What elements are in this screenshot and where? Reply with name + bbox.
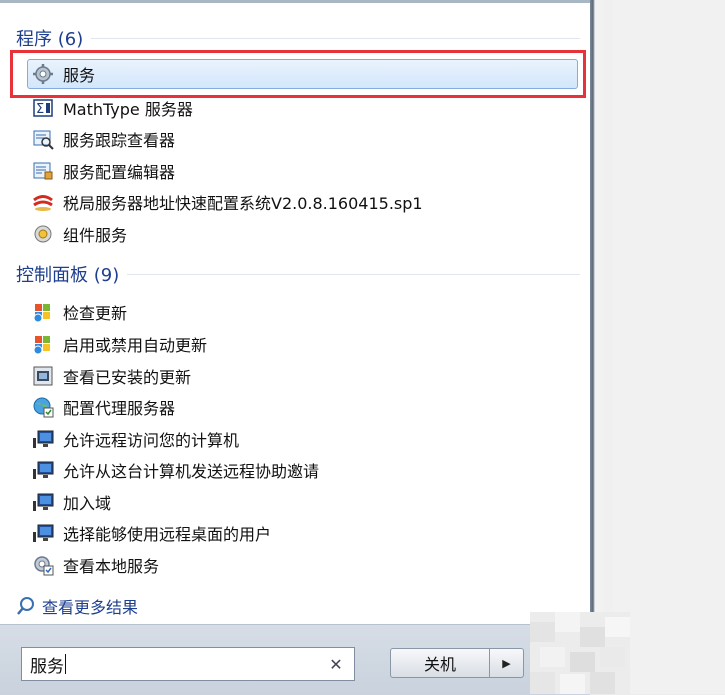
text-caret <box>65 654 66 674</box>
cp-item-proxy-server[interactable]: 配置代理服务器 <box>32 393 582 421</box>
cp-item-label: 加入域 <box>63 494 112 513</box>
cp-item-label: 配置代理服务器 <box>63 399 176 418</box>
cp-item-installed-updates[interactable]: 查看已安装的更新 <box>32 362 582 390</box>
trace-viewer-icon <box>32 128 54 150</box>
cp-item-remote-access[interactable]: 允许远程访问您的计算机 <box>32 425 582 453</box>
program-item-config-editor[interactable]: 服务配置编辑器 <box>32 157 582 185</box>
clear-search-icon[interactable]: ✕ <box>326 654 346 674</box>
program-item-label: MathType 服务器 <box>63 100 193 119</box>
pixelated-region <box>530 612 630 694</box>
program-item-trace-viewer[interactable]: 服务跟踪查看器 <box>32 125 582 153</box>
program-item-tax-config[interactable]: 税局服务器地址快速配置系统V2.0.8.160415.sp1 <box>32 188 582 216</box>
panel-right-border <box>590 0 612 694</box>
program-item-label: 服务跟踪查看器 <box>63 131 176 150</box>
cp-item-label: 查看本地服务 <box>63 557 160 576</box>
see-more-results-label: 查看更多结果 <box>42 598 139 617</box>
search-input-value: 服务 <box>30 656 64 677</box>
component-services-icon <box>32 223 54 245</box>
shutdown-options-button[interactable]: ▶ <box>490 648 524 678</box>
cp-item-label: 启用或禁用自动更新 <box>63 336 208 355</box>
config-editor-icon <box>32 160 54 182</box>
gear-icon <box>32 63 54 85</box>
cp-item-label: 选择能够使用远程桌面的用户 <box>63 525 272 544</box>
cp-item-label: 允许远程访问您的计算机 <box>63 431 240 450</box>
cp-item-label: 查看已安装的更新 <box>63 368 192 387</box>
programs-group-header[interactable]: 程序 (6) <box>16 24 580 52</box>
program-item-label: 税局服务器地址快速配置系统V2.0.8.160415.sp1 <box>63 194 423 213</box>
program-item-label: 服务 <box>63 66 96 85</box>
program-item-services[interactable]: 服务 <box>27 59 578 89</box>
mathtype-icon: Σ <box>32 97 54 119</box>
cp-item-join-domain[interactable]: 加入域 <box>32 488 582 516</box>
cp-item-remote-desktop-users[interactable]: 选择能够使用远程桌面的用户 <box>32 519 582 547</box>
cp-item-label: 允许从这台计算机发送远程协助邀请 <box>63 462 320 481</box>
desktop-background <box>612 0 725 694</box>
program-item-component-services[interactable]: 组件服务 <box>32 220 582 248</box>
remote-computer-icon <box>32 459 54 481</box>
cp-item-auto-update[interactable]: 启用或禁用自动更新 <box>32 330 582 358</box>
see-more-results-link[interactable]: 查看更多结果 <box>16 592 138 620</box>
search-icon <box>17 597 34 615</box>
cp-item-local-services[interactable]: 查看本地服务 <box>32 551 582 579</box>
panel-top-edge <box>0 0 590 3</box>
group-divider <box>127 273 580 275</box>
program-item-label: 组件服务 <box>63 226 128 245</box>
control-panel-header-label: 控制面板 (9) <box>16 265 120 286</box>
local-services-icon <box>32 554 54 576</box>
search-input[interactable]: 服务 ✕ <box>21 647 355 681</box>
remote-computer-icon <box>32 428 54 450</box>
internet-options-icon <box>32 396 54 418</box>
cp-item-check-updates[interactable]: 检查更新 <box>32 298 582 326</box>
program-item-label: 服务配置编辑器 <box>63 163 176 182</box>
program-item-mathtype-server[interactable]: Σ MathType 服务器 <box>32 94 582 122</box>
cp-item-remote-assistance[interactable]: 允许从这台计算机发送远程协助邀请 <box>32 456 582 484</box>
shutdown-button[interactable]: 关机 <box>390 648 490 678</box>
remote-computer-icon <box>32 522 54 544</box>
shutdown-button-label: 关机 <box>423 655 456 674</box>
group-divider <box>91 37 580 39</box>
control-panel-group-header[interactable]: 控制面板 (9) <box>16 260 580 288</box>
tax-config-icon <box>32 191 54 213</box>
chevron-right-icon: ▶ <box>502 656 511 670</box>
svg-text:Σ: Σ <box>36 102 44 117</box>
windows-update-icon <box>32 333 54 355</box>
remote-computer-icon <box>32 491 54 513</box>
cp-item-label: 检查更新 <box>63 304 128 323</box>
installed-updates-icon <box>32 365 54 387</box>
programs-header-label: 程序 (6) <box>16 29 84 50</box>
windows-update-icon <box>32 301 54 323</box>
